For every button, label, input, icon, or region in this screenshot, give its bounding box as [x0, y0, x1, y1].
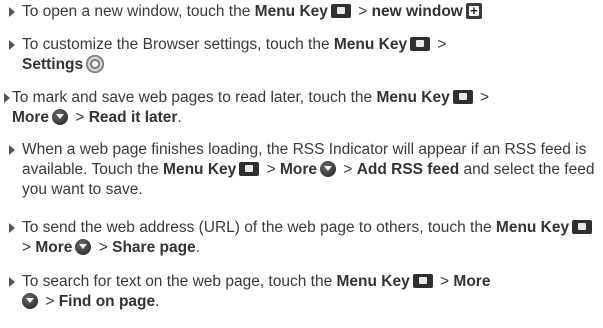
bullet-arrow-icon: [9, 223, 15, 233]
new-window-label: new window: [371, 3, 463, 20]
item-text: To open a new window, touch the: [22, 3, 251, 20]
list-item-share: To send the web address (URL) of the web…: [0, 218, 600, 258]
more-icon: [75, 239, 92, 255]
list-item-find: To search for text on the web page, touc…: [0, 272, 600, 312]
item-text-end: .: [155, 293, 160, 310]
menu-key-label: Menu Key: [254, 3, 328, 20]
list-item-text: To customize the Browser settings, touch…: [22, 35, 600, 75]
more-label: More: [453, 273, 491, 290]
instruction-list: To open a new window, touch the Menu Key…: [0, 0, 603, 328]
separator: >: [75, 109, 85, 126]
read-it-later-label: Read it later: [88, 109, 178, 126]
menu-key-label: Menu Key: [376, 89, 450, 106]
list-item-text: To send the web address (URL) of the web…: [22, 218, 600, 258]
bullet-arrow-icon: [4, 93, 10, 103]
item-text: To customize the Browser settings, touch…: [22, 36, 330, 53]
menu-key-icon: [239, 162, 260, 176]
list-item-read-later: To mark and save web pages to read later…: [0, 88, 600, 128]
menu-key-label: Menu Key: [333, 36, 408, 53]
separator: >: [437, 36, 447, 53]
list-item-text: To open a new window, touch the Menu Key…: [22, 1, 600, 22]
separator: >: [98, 239, 108, 256]
item-text: To send the web address (URL) of the web…: [22, 219, 492, 236]
list-item-rss: When a web page finishes loading, the RS…: [0, 140, 600, 200]
list-item-settings: To customize the Browser settings, touch…: [0, 35, 600, 75]
find-on-page-label: Find on page: [58, 293, 156, 310]
more-icon: [320, 161, 336, 177]
list-item-text: To mark and save web pages to read later…: [12, 88, 600, 128]
separator: >: [480, 89, 490, 106]
menu-key-label: Menu Key: [163, 161, 237, 178]
menu-key-icon: [412, 274, 433, 288]
item-text: To mark and save web pages to read later…: [12, 89, 373, 106]
bullet-arrow-icon: [9, 145, 15, 155]
separator: >: [343, 161, 353, 178]
more-label: More: [35, 239, 73, 256]
menu-key-icon: [410, 37, 431, 51]
separator: >: [440, 273, 450, 290]
menu-key-label: Menu Key: [336, 273, 410, 290]
list-item-new-window: To open a new window, touch the Menu Key…: [0, 1, 600, 22]
settings-label: Settings: [22, 56, 84, 73]
more-label: More: [12, 109, 50, 126]
share-page-label: Share page: [112, 239, 196, 256]
bullet-arrow-icon: [9, 277, 15, 287]
separator: >: [22, 239, 32, 256]
more-label: More: [279, 161, 317, 178]
item-text: To search for text on the web page, touc…: [22, 273, 333, 290]
more-icon: [22, 293, 38, 309]
more-icon: [52, 109, 69, 125]
menu-key-icon: [330, 4, 351, 18]
menu-key-icon: [452, 90, 473, 104]
separator: >: [266, 161, 276, 178]
separator: >: [45, 293, 55, 310]
bullet-arrow-icon: [9, 40, 15, 50]
list-item-text: To search for text on the web page, touc…: [22, 272, 600, 312]
menu-key-icon: [572, 220, 593, 234]
list-item-text: When a web page finishes loading, the RS…: [22, 140, 600, 200]
menu-key-label: Menu Key: [495, 219, 570, 236]
bullet-arrow-icon: [9, 7, 15, 17]
item-text-end: .: [177, 109, 182, 126]
new-window-icon: [465, 1, 482, 21]
settings-icon: [86, 55, 105, 73]
add-rss-feed-label: Add RSS feed: [356, 161, 460, 178]
item-text-end: .: [195, 239, 200, 256]
separator: >: [358, 3, 368, 20]
